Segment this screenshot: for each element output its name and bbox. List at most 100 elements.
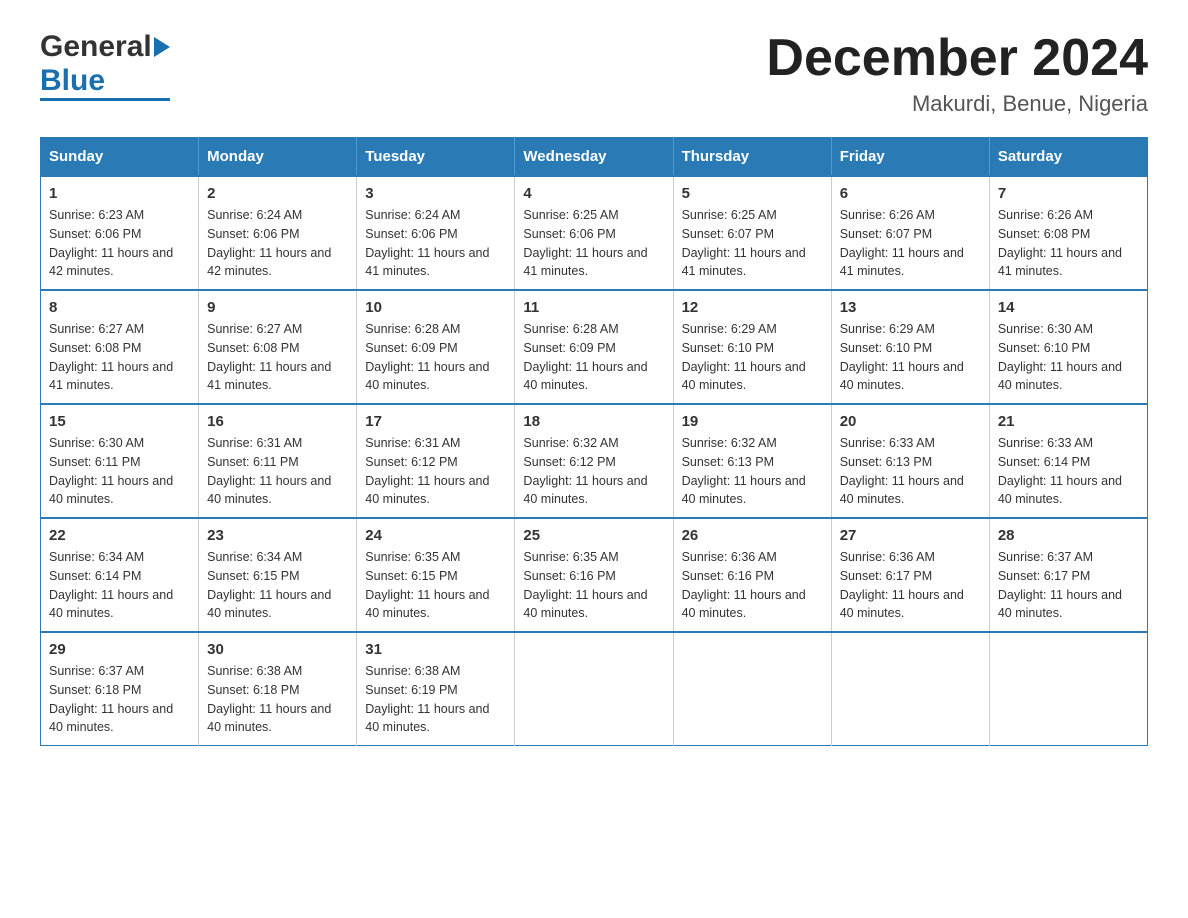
calendar-day-cell: 28 Sunrise: 6:37 AM Sunset: 6:17 PM Dayl… [989,518,1147,632]
day-info: Sunrise: 6:34 AM Sunset: 6:15 PM Dayligh… [207,548,348,623]
day-info: Sunrise: 6:38 AM Sunset: 6:18 PM Dayligh… [207,662,348,737]
day-number: 1 [49,185,190,202]
day-number: 17 [365,413,506,430]
day-number: 7 [998,185,1139,202]
calendar-day-cell: 1 Sunrise: 6:23 AM Sunset: 6:06 PM Dayli… [41,176,199,290]
day-number: 22 [49,527,190,544]
calendar-day-cell: 31 Sunrise: 6:38 AM Sunset: 6:19 PM Dayl… [357,632,515,746]
logo-general-text: General [40,30,152,64]
day-number: 5 [682,185,823,202]
day-number: 23 [207,527,348,544]
day-info: Sunrise: 6:30 AM Sunset: 6:11 PM Dayligh… [49,434,190,509]
day-number: 28 [998,527,1139,544]
day-info: Sunrise: 6:31 AM Sunset: 6:12 PM Dayligh… [365,434,506,509]
day-number: 13 [840,299,981,316]
day-number: 6 [840,185,981,202]
day-number: 18 [523,413,664,430]
calendar-day-cell: 11 Sunrise: 6:28 AM Sunset: 6:09 PM Dayl… [515,290,673,404]
day-number: 25 [523,527,664,544]
logo-arrow-icon [154,37,170,57]
day-info: Sunrise: 6:26 AM Sunset: 6:08 PM Dayligh… [998,206,1139,281]
calendar-header-cell: Friday [831,138,989,177]
calendar-day-cell: 8 Sunrise: 6:27 AM Sunset: 6:08 PM Dayli… [41,290,199,404]
calendar-header-cell: Saturday [989,138,1147,177]
day-info: Sunrise: 6:28 AM Sunset: 6:09 PM Dayligh… [365,320,506,395]
day-number: 21 [998,413,1139,430]
calendar-day-cell: 19 Sunrise: 6:32 AM Sunset: 6:13 PM Dayl… [673,404,831,518]
day-number: 12 [682,299,823,316]
calendar-week-row: 1 Sunrise: 6:23 AM Sunset: 6:06 PM Dayli… [41,176,1148,290]
calendar-week-row: 8 Sunrise: 6:27 AM Sunset: 6:08 PM Dayli… [41,290,1148,404]
day-info: Sunrise: 6:34 AM Sunset: 6:14 PM Dayligh… [49,548,190,623]
calendar-day-cell: 21 Sunrise: 6:33 AM Sunset: 6:14 PM Dayl… [989,404,1147,518]
day-number: 8 [49,299,190,316]
day-info: Sunrise: 6:29 AM Sunset: 6:10 PM Dayligh… [840,320,981,395]
calendar-day-cell: 6 Sunrise: 6:26 AM Sunset: 6:07 PM Dayli… [831,176,989,290]
day-info: Sunrise: 6:28 AM Sunset: 6:09 PM Dayligh… [523,320,664,395]
day-number: 24 [365,527,506,544]
day-number: 30 [207,641,348,658]
day-info: Sunrise: 6:35 AM Sunset: 6:15 PM Dayligh… [365,548,506,623]
day-number: 20 [840,413,981,430]
calendar-day-cell: 7 Sunrise: 6:26 AM Sunset: 6:08 PM Dayli… [989,176,1147,290]
day-number: 3 [365,185,506,202]
calendar-day-cell [989,632,1147,746]
day-info: Sunrise: 6:23 AM Sunset: 6:06 PM Dayligh… [49,206,190,281]
calendar-week-row: 29 Sunrise: 6:37 AM Sunset: 6:18 PM Dayl… [41,632,1148,746]
page-header: General Blue December 2024 Makurdi, Benu… [40,30,1148,117]
calendar-table: SundayMondayTuesdayWednesdayThursdayFrid… [40,137,1148,746]
calendar-week-row: 22 Sunrise: 6:34 AM Sunset: 6:14 PM Dayl… [41,518,1148,632]
calendar-week-row: 15 Sunrise: 6:30 AM Sunset: 6:11 PM Dayl… [41,404,1148,518]
calendar-day-cell: 18 Sunrise: 6:32 AM Sunset: 6:12 PM Dayl… [515,404,673,518]
calendar-day-cell: 25 Sunrise: 6:35 AM Sunset: 6:16 PM Dayl… [515,518,673,632]
day-info: Sunrise: 6:27 AM Sunset: 6:08 PM Dayligh… [49,320,190,395]
calendar-header: SundayMondayTuesdayWednesdayThursdayFrid… [41,138,1148,177]
calendar-day-cell: 2 Sunrise: 6:24 AM Sunset: 6:06 PM Dayli… [199,176,357,290]
calendar-day-cell [515,632,673,746]
calendar-header-cell: Wednesday [515,138,673,177]
day-info: Sunrise: 6:37 AM Sunset: 6:18 PM Dayligh… [49,662,190,737]
day-info: Sunrise: 6:33 AM Sunset: 6:14 PM Dayligh… [998,434,1139,509]
calendar-day-cell [831,632,989,746]
day-number: 11 [523,299,664,316]
calendar-day-cell: 17 Sunrise: 6:31 AM Sunset: 6:12 PM Dayl… [357,404,515,518]
calendar-day-cell: 9 Sunrise: 6:27 AM Sunset: 6:08 PM Dayli… [199,290,357,404]
day-info: Sunrise: 6:27 AM Sunset: 6:08 PM Dayligh… [207,320,348,395]
calendar-day-cell: 14 Sunrise: 6:30 AM Sunset: 6:10 PM Dayl… [989,290,1147,404]
day-info: Sunrise: 6:37 AM Sunset: 6:17 PM Dayligh… [998,548,1139,623]
calendar-day-cell: 26 Sunrise: 6:36 AM Sunset: 6:16 PM Dayl… [673,518,831,632]
logo-underline [40,98,170,101]
day-info: Sunrise: 6:31 AM Sunset: 6:11 PM Dayligh… [207,434,348,509]
page-title: December 2024 [766,30,1148,87]
calendar-day-cell: 13 Sunrise: 6:29 AM Sunset: 6:10 PM Dayl… [831,290,989,404]
page-subtitle: Makurdi, Benue, Nigeria [766,91,1148,117]
calendar-day-cell: 27 Sunrise: 6:36 AM Sunset: 6:17 PM Dayl… [831,518,989,632]
calendar-day-cell: 22 Sunrise: 6:34 AM Sunset: 6:14 PM Dayl… [41,518,199,632]
day-number: 29 [49,641,190,658]
day-number: 10 [365,299,506,316]
calendar-day-cell: 23 Sunrise: 6:34 AM Sunset: 6:15 PM Dayl… [199,518,357,632]
day-info: Sunrise: 6:35 AM Sunset: 6:16 PM Dayligh… [523,548,664,623]
day-info: Sunrise: 6:36 AM Sunset: 6:16 PM Dayligh… [682,548,823,623]
day-info: Sunrise: 6:33 AM Sunset: 6:13 PM Dayligh… [840,434,981,509]
calendar-day-cell: 20 Sunrise: 6:33 AM Sunset: 6:13 PM Dayl… [831,404,989,518]
day-number: 27 [840,527,981,544]
day-number: 31 [365,641,506,658]
day-info: Sunrise: 6:38 AM Sunset: 6:19 PM Dayligh… [365,662,506,737]
day-info: Sunrise: 6:25 AM Sunset: 6:06 PM Dayligh… [523,206,664,281]
calendar-day-cell: 4 Sunrise: 6:25 AM Sunset: 6:06 PM Dayli… [515,176,673,290]
calendar-day-cell [673,632,831,746]
calendar-day-cell: 15 Sunrise: 6:30 AM Sunset: 6:11 PM Dayl… [41,404,199,518]
day-number: 16 [207,413,348,430]
calendar-header-cell: Sunday [41,138,199,177]
header-row: SundayMondayTuesdayWednesdayThursdayFrid… [41,138,1148,177]
day-info: Sunrise: 6:30 AM Sunset: 6:10 PM Dayligh… [998,320,1139,395]
day-info: Sunrise: 6:24 AM Sunset: 6:06 PM Dayligh… [207,206,348,281]
day-number: 15 [49,413,190,430]
day-info: Sunrise: 6:29 AM Sunset: 6:10 PM Dayligh… [682,320,823,395]
calendar-header-cell: Thursday [673,138,831,177]
calendar-day-cell: 12 Sunrise: 6:29 AM Sunset: 6:10 PM Dayl… [673,290,831,404]
calendar-body: 1 Sunrise: 6:23 AM Sunset: 6:06 PM Dayli… [41,176,1148,746]
calendar-header-cell: Monday [199,138,357,177]
calendar-day-cell: 10 Sunrise: 6:28 AM Sunset: 6:09 PM Dayl… [357,290,515,404]
